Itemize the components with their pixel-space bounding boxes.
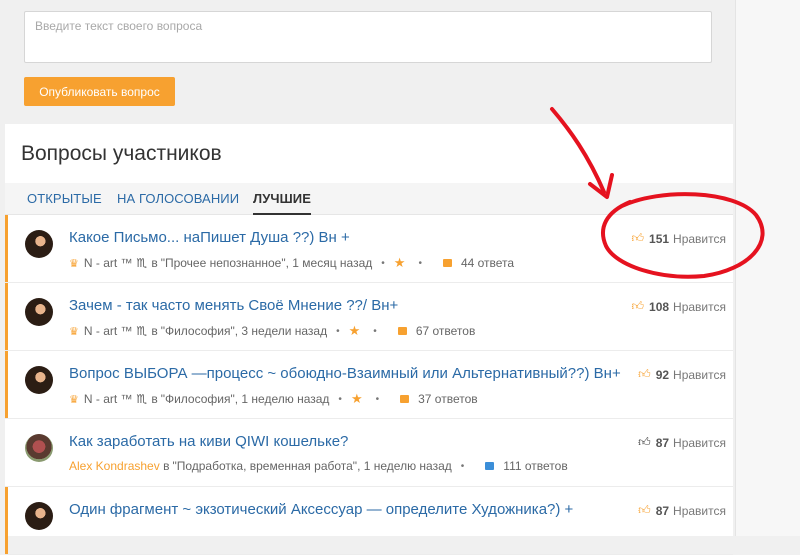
likes-count: 87 (655, 503, 670, 518)
answers-count[interactable]: 67 ответов (416, 324, 476, 338)
question-meta: ♛ N - art ™ ♏ в "Прочее непознанное", 1 … (69, 255, 514, 271)
star-icon: ★ (350, 391, 363, 406)
questions-tabs: ОТКРЫТЫЕ НА ГОЛОСОВАНИИ ЛУЧШИЕ (5, 183, 733, 215)
dot-separator-icon: • (381, 257, 385, 269)
question-title[interactable]: Как заработать на киви QIWI кошельке? (69, 433, 348, 450)
author-name[interactable]: N - art ™ (84, 256, 133, 270)
likes: 👍︎ 87 Нравится (638, 503, 726, 518)
likes: 👍︎ 151 Нравится (631, 231, 726, 246)
question-meta: ♛ N - art ™ ♏ в "Философия", 1 неделю на… (69, 391, 478, 407)
crown-icon: ♛ (69, 325, 79, 338)
in-label: в (163, 459, 170, 473)
dot-separator-icon: • (460, 460, 465, 472)
tab-voting[interactable]: НА ГОЛОСОВАНИИ (117, 183, 239, 214)
comment-icon (400, 395, 410, 403)
question-title[interactable]: Вопрос ВЫБОРА —процесс ~ обоюдно-Взаимны… (69, 365, 621, 382)
right-sidebar-strip (735, 0, 800, 536)
question-title[interactable]: Зачем - так часто менять Своё Мнение ??/… (69, 297, 398, 314)
avatar[interactable] (25, 230, 53, 258)
question-meta: ♛ N - art ™ ♏ в "Философия", 3 недели на… (69, 323, 475, 339)
category-link[interactable]: "Философия", (161, 392, 238, 406)
avatar[interactable] (25, 366, 53, 394)
dot-separator-icon: • (338, 393, 342, 405)
zodiac-icon: ♏ (136, 324, 148, 338)
crown-icon: ♛ (69, 393, 79, 406)
author-name[interactable]: N - art ™ (84, 324, 133, 338)
question-title[interactable]: Какое Письмо... наПишет Душа ??) Вн + (69, 229, 350, 246)
dot-separator-icon: • (336, 325, 340, 337)
questions-list: Какое Письмо... наПишет Душа ??) Вн + ♛ … (5, 215, 733, 555)
star-icon: ★ (348, 323, 361, 338)
in-label: в (151, 324, 158, 338)
crown-icon: ♛ (69, 257, 79, 270)
dot-separator-icon: • (373, 325, 377, 337)
likes-count: 151 (649, 231, 670, 246)
category-link[interactable]: "Прочее непознанное", (161, 256, 289, 270)
answers-count[interactable]: 44 ответа (461, 256, 514, 270)
likes-label: Нравится (673, 299, 726, 314)
likes-count: 87 (655, 435, 670, 450)
dot-separator-icon: • (375, 393, 380, 405)
tab-best[interactable]: ЛУЧШИЕ (253, 183, 312, 215)
question-title[interactable]: Один фрагмент ~ экзотический Аксессуар —… (69, 501, 573, 518)
category-link[interactable]: "Философия", (161, 324, 238, 338)
questions-panel: Вопросы участников ОТКРЫТЫЕ НА ГОЛОСОВАН… (5, 124, 733, 555)
question-input[interactable] (24, 11, 712, 63)
section-title: Вопросы участников (21, 142, 222, 165)
author-name[interactable]: Alex Kondrashev (69, 459, 160, 473)
zodiac-icon: ♏ (136, 256, 148, 270)
in-label: в (151, 256, 158, 270)
avatar[interactable] (25, 434, 53, 462)
question-row: Вопрос ВЫБОРА —процесс ~ обоюдно-Взаимны… (5, 351, 733, 419)
likes-label: Нравится (673, 435, 726, 450)
likes: 👍︎ 92 Нравится (638, 367, 726, 382)
likes-label: Нравится (673, 231, 726, 246)
likes-label: Нравится (673, 503, 726, 518)
comment-icon (442, 259, 452, 267)
dot-separator-icon: • (418, 257, 422, 269)
comment-icon (485, 462, 495, 470)
answers-count[interactable]: 37 ответов (418, 392, 478, 406)
avatar[interactable] (25, 298, 53, 326)
thumbs-up-icon[interactable]: 👍︎ (631, 299, 644, 314)
likes-count: 108 (649, 299, 670, 314)
question-row: Зачем - так часто менять Своё Мнение ??/… (5, 283, 733, 351)
likes-count: 92 (655, 367, 670, 382)
thumbs-up-icon[interactable]: 👍︎ (631, 231, 644, 246)
question-time: 1 месяц назад (292, 256, 373, 270)
star-icon: ★ (393, 255, 406, 270)
tab-open[interactable]: ОТКРЫТЫЕ (27, 183, 102, 214)
avatar[interactable] (25, 502, 53, 530)
publish-question-button[interactable]: Опубликовать вопрос (24, 77, 175, 106)
in-label: в (151, 392, 158, 406)
question-row: Один фрагмент ~ экзотический Аксессуар —… (5, 487, 733, 555)
question-meta: Alex Kondrashev в "Подработка, временная… (69, 459, 568, 473)
thumbs-up-icon[interactable]: 👍︎ (638, 503, 651, 518)
thumbs-up-icon[interactable]: 👍︎ (638, 435, 651, 450)
question-row: Какое Письмо... наПишет Душа ??) Вн + ♛ … (5, 215, 733, 283)
likes-label: Нравится (673, 367, 726, 382)
author-name[interactable]: N - art ™ (84, 392, 133, 406)
question-time: 1 неделю назад (363, 459, 452, 473)
category-link[interactable]: "Подработка, временная работа", (172, 459, 360, 473)
comment-icon (397, 327, 407, 335)
ask-area: Опубликовать вопрос (0, 0, 735, 118)
zodiac-icon: ♏ (136, 392, 148, 406)
likes: 👍︎ 108 Нравится (631, 299, 726, 314)
answers-count[interactable]: 111 ответов (503, 459, 567, 473)
question-time: 3 недели назад (241, 324, 328, 338)
thumbs-up-icon[interactable]: 👍︎ (638, 367, 651, 382)
question-time: 1 неделю назад (241, 392, 330, 406)
question-row: Как заработать на киви QIWI кошельке? Al… (5, 419, 733, 487)
likes: 👍︎ 87 Нравится (638, 435, 726, 450)
